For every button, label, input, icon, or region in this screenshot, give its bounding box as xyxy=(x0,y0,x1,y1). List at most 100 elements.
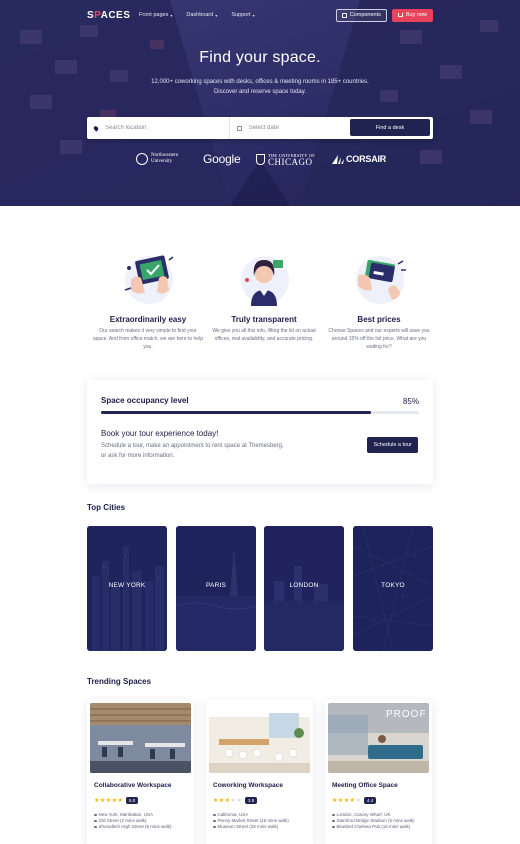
space-photo xyxy=(90,703,191,773)
space-title: Coworking Workspace xyxy=(213,782,283,789)
star-empty-icon: ★ xyxy=(236,797,242,804)
search-bar: Find a desk xyxy=(87,117,433,139)
uchicago-line2: CHICAGO xyxy=(268,157,313,167)
tour-text: Schedule a tour, make an appointment to … xyxy=(101,443,284,459)
space-card-coworking[interactable]: Coworking Workspace ★ ★ ★ ★ ★ 3.8 California… xyxy=(206,700,313,844)
buy-now-label: Buy now xyxy=(405,12,427,18)
star-empty-icon: ★ xyxy=(355,797,361,804)
space-nearby: Bluebird Chelsea Pub (15 mins walk) xyxy=(336,824,411,829)
space-meta: New York, Manhattan, USA Old Street (2 m… xyxy=(94,812,172,830)
space-meta: London, Canary Wharf, UK Stamford Bridge… xyxy=(332,812,415,830)
buy-now-button[interactable]: Buy now xyxy=(391,8,433,22)
components-icon xyxy=(341,12,347,18)
city-name: NEW YORK xyxy=(108,582,146,589)
brand-logo[interactable]: SPACES xyxy=(87,10,137,21)
easy-illustration-icon xyxy=(117,250,179,312)
occupancy-progress-fill xyxy=(101,411,372,414)
hero-subtitle: 12,000+ coworking spaces with desks, off… xyxy=(151,79,369,95)
top-cities-title: Top Cities xyxy=(87,503,126,512)
star-icon: ★ xyxy=(117,797,123,804)
nav-item-dashboard[interactable]: Dashboard ▾ xyxy=(186,12,217,18)
nav-actions: Components Buy now xyxy=(335,8,433,22)
find-desk-button[interactable]: Find a desk xyxy=(350,119,430,136)
city-card-paris[interactable]: PARIS xyxy=(176,526,256,651)
nav-item-support[interactable]: Support ▾ xyxy=(231,12,254,18)
hero-overlay xyxy=(0,0,520,206)
occupancy-title: Space occupancy level xyxy=(101,396,189,405)
hero-title: Find your space. xyxy=(199,49,321,66)
nav-links: Front pages ▾ Dashboard ▾ Support ▾ xyxy=(139,12,255,18)
location-field[interactable] xyxy=(87,117,230,139)
tour-title: Book your tour experience today! xyxy=(101,429,219,438)
star-icon: ★ xyxy=(94,797,100,804)
location-icon xyxy=(332,813,335,817)
feature-text: We give you all this info, lifting the l… xyxy=(212,328,316,342)
space-card-collaborative[interactable]: Collaborative Workspace ★ ★ ★ ★ ★ 5.0 New Yo… xyxy=(87,700,194,844)
components-button[interactable]: Components xyxy=(335,8,387,22)
city-name: TOKYO xyxy=(381,582,405,589)
date-input[interactable] xyxy=(248,125,350,131)
components-label: Components xyxy=(349,12,381,18)
city-name: PARIS xyxy=(205,582,227,589)
partner-logos: Northwestern University Google THE UNIVE… xyxy=(136,150,386,170)
star-empty-icon: ★ xyxy=(230,797,237,804)
chevron-down-icon: ▾ xyxy=(215,12,218,18)
transit-icon xyxy=(332,825,335,829)
best-prices-illustration-icon xyxy=(348,250,410,312)
feature-text: Our search makes it very simple to find … xyxy=(93,328,203,350)
schedule-tour-button[interactable]: Schedule a tour xyxy=(367,437,418,453)
uchicago-shield-icon xyxy=(256,153,265,165)
location-input[interactable] xyxy=(105,125,215,131)
cart-icon xyxy=(397,13,403,17)
chevron-down-icon: ▾ xyxy=(170,12,173,18)
star-icon: ★ xyxy=(218,797,225,804)
city-name: LONDON xyxy=(289,582,319,589)
city-card-new-york[interactable]: NEW YORK xyxy=(87,526,167,651)
star-icon: ★ xyxy=(332,797,338,804)
hero-section: SPACES Front pages ▾ Dashboard ▾ Support ▾ … xyxy=(0,0,520,206)
space-title: Collaborative Workspace xyxy=(94,782,172,789)
space-nearby: Shoreditch High Street (6 mins walk) xyxy=(98,824,172,829)
star-icon: ★ xyxy=(213,797,219,804)
star-rating: ★ ★ ★ ★ ★ xyxy=(94,798,123,804)
feature-title: Truly transparent xyxy=(231,315,297,324)
trending-spaces-title: Trending Spaces xyxy=(87,677,152,686)
feature-transparent: Truly transparent We give you all this i… xyxy=(209,250,319,343)
nav-item-label: Support xyxy=(231,12,251,18)
occupancy-progress-bar xyxy=(101,411,419,414)
feature-title: Best prices xyxy=(357,315,401,324)
northwestern-subname: University xyxy=(151,159,173,164)
star-icon: ★ xyxy=(343,797,350,804)
location-icon xyxy=(94,813,97,817)
nav-item-label: Dashboard xyxy=(186,12,214,18)
star-icon: ★ xyxy=(349,797,356,804)
space-meta: California, USA Penny Market Street (15 … xyxy=(213,812,289,830)
transit-icon xyxy=(332,819,335,823)
space-card-meeting-office[interactable]: PROOF Meeting Office Space ★ ★ ★ ★ ★ 4.4 Lon… xyxy=(325,700,432,844)
space-rating: ★ ★ ★ ★ ★ 4.4 xyxy=(332,797,377,804)
nav-item-front-pages[interactable]: Front pages ▾ xyxy=(139,12,172,18)
uchicago-logo: THE UNIVERSITY OF CHICAGO xyxy=(256,153,315,167)
feature-best-prices: Best prices Choose Spaces and our expert… xyxy=(324,250,434,351)
city-card-tokyo[interactable]: TOKYO xyxy=(353,526,433,651)
transit-icon xyxy=(213,825,216,829)
calendar-icon xyxy=(237,125,242,131)
svg-text:PROOF: PROOF xyxy=(386,709,427,720)
city-card-london[interactable]: LONDON xyxy=(264,526,344,651)
star-icon: ★ xyxy=(99,797,106,804)
space-title: Meeting Office Space xyxy=(332,782,398,789)
navbar: SPACES Front pages ▾ Dashboard ▾ Support ▾ … xyxy=(87,8,433,22)
star-icon: ★ xyxy=(105,797,112,804)
space-photo xyxy=(209,703,310,773)
space-rating: ★ ★ ★ ★ ★ 3.8 xyxy=(213,797,258,804)
transit-icon xyxy=(94,825,97,829)
location-icon xyxy=(213,813,216,817)
feature-title: Extraordinarily easy xyxy=(109,315,187,324)
rating-badge: 5.0 xyxy=(125,797,139,804)
date-field[interactable] xyxy=(230,117,350,139)
map-pin-icon xyxy=(92,124,100,132)
northwestern-seal-icon xyxy=(136,153,148,165)
occupancy-percent: 85% xyxy=(402,397,419,406)
google-logo: Google xyxy=(203,152,241,166)
corsair-logo: CORSAIR xyxy=(332,154,386,164)
